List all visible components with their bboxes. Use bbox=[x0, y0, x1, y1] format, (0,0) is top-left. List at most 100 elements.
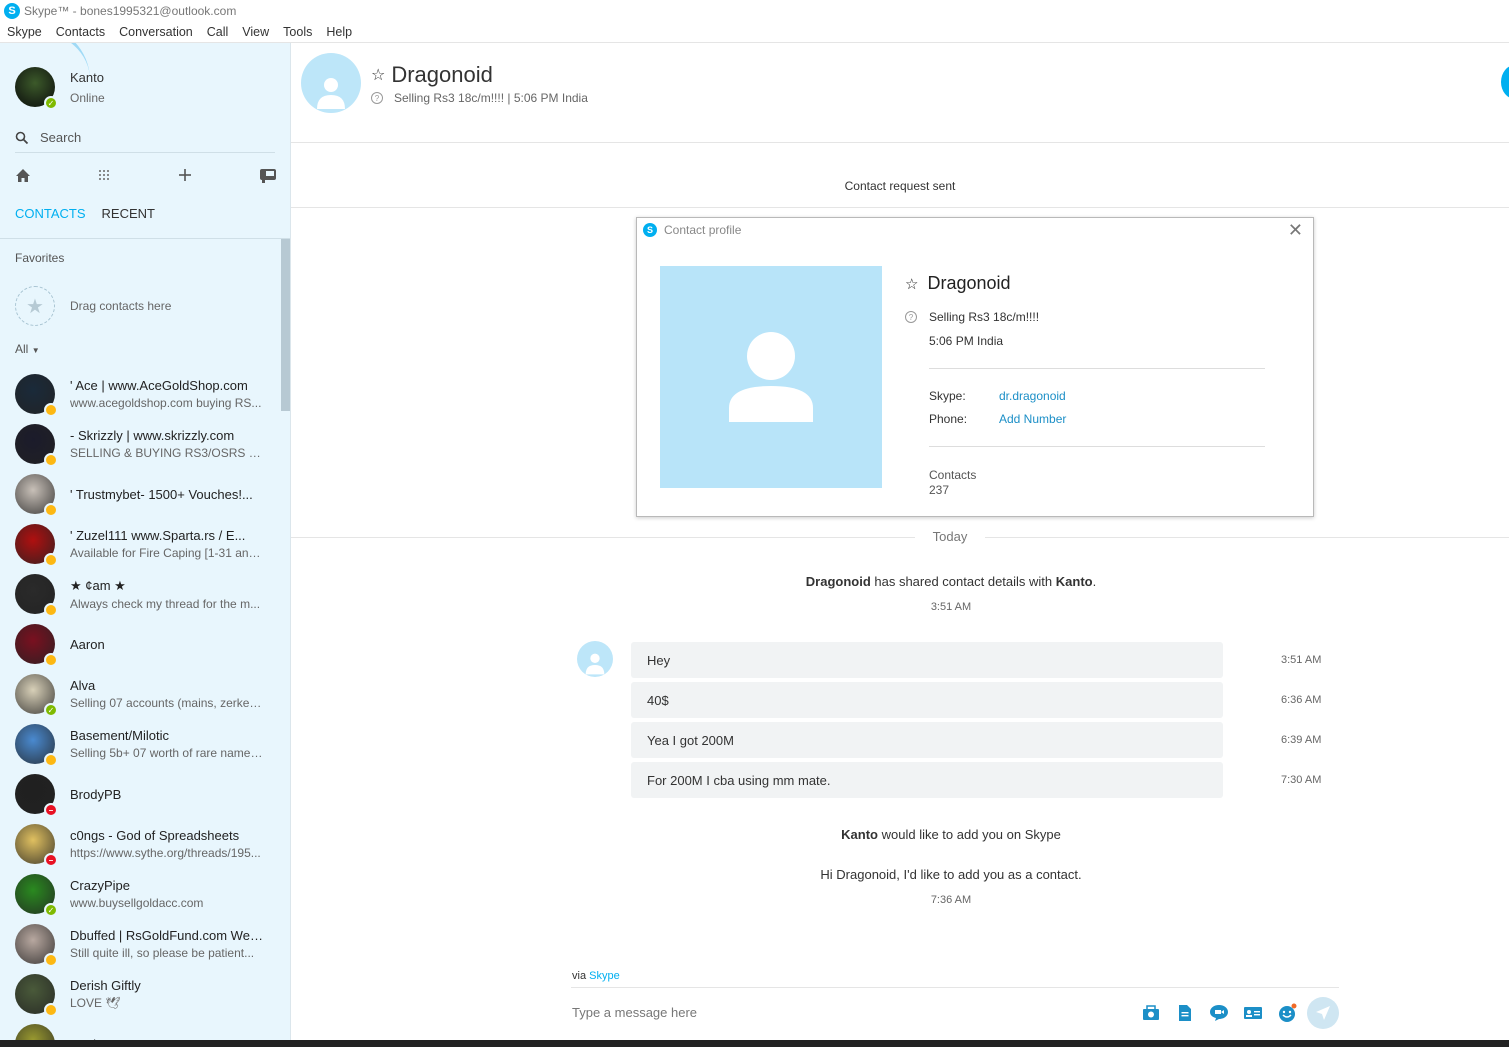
contact-card-icon[interactable] bbox=[259, 167, 277, 183]
menu-contacts[interactable]: Contacts bbox=[49, 25, 112, 39]
via-label: via bbox=[572, 970, 590, 982]
filter-label: All bbox=[15, 342, 29, 356]
menu-skype[interactable]: Skype bbox=[0, 25, 49, 39]
contact-list-item[interactable]: Basement/Milotic Selling 5b+ 07 worth of … bbox=[0, 719, 280, 769]
via-skype-link[interactable]: Skype bbox=[589, 970, 620, 982]
my-avatar[interactable]: ✓ bbox=[15, 67, 58, 110]
message-bubble[interactable]: 40$ bbox=[631, 682, 1223, 718]
contact-list-item[interactable]: Dbuffed | RsGoldFund.com Wee... Still qui… bbox=[0, 919, 280, 969]
message-bubble[interactable]: Hey bbox=[631, 642, 1223, 678]
contact-list-item[interactable]: Derish Giftly LOVE 🕊 bbox=[0, 969, 280, 1019]
message-input[interactable]: Type a message here bbox=[572, 1005, 1127, 1020]
add-number-link[interactable]: Add Number bbox=[999, 412, 1066, 426]
contact-avatar[interactable] bbox=[15, 374, 58, 417]
favorites-drop-zone[interactable]: ★ Drag contacts here bbox=[15, 286, 171, 326]
call-button[interactable] bbox=[1501, 65, 1509, 99]
contact-list-item[interactable]: – c0ngs - God of Spreadsheets https://www.… bbox=[0, 819, 280, 869]
contact-avatar[interactable] bbox=[15, 524, 58, 567]
busy-status-icon: – bbox=[44, 853, 58, 867]
shared-to[interactable]: Kanto bbox=[1056, 574, 1093, 589]
contact-name: ★ ¢am ★ bbox=[70, 577, 126, 593]
tab-recent[interactable]: RECENT bbox=[102, 206, 155, 221]
message-avatar[interactable] bbox=[577, 641, 613, 677]
contact-avatar[interactable] bbox=[15, 724, 58, 767]
contact-avatar[interactable] bbox=[15, 424, 58, 467]
conversation-name[interactable]: Dragonoid bbox=[391, 62, 493, 88]
contact-list-item[interactable]: ✓ CrazyPipe www.buysellgoldacc.com bbox=[0, 869, 280, 919]
contact-avatar[interactable]: – bbox=[15, 774, 58, 817]
favorite-star-icon[interactable]: ☆ bbox=[905, 275, 918, 293]
skype-id[interactable]: dr.dragonoid bbox=[999, 389, 1066, 403]
search-label: Search bbox=[40, 130, 82, 145]
contact-avatar[interactable] bbox=[15, 974, 58, 1017]
search-box[interactable]: Search bbox=[15, 123, 275, 153]
contact-list-item[interactable]: - Skrizzly | www.skrizzly.com SELLING & B… bbox=[0, 419, 280, 469]
emoticon-icon[interactable] bbox=[1277, 1003, 1297, 1023]
menu-view[interactable]: View bbox=[235, 25, 276, 39]
filter-dropdown[interactable]: All ▼ bbox=[15, 342, 40, 356]
conversation-subtitle: ? Selling Rs3 18c/m!!!! | 5:06 PM India bbox=[371, 91, 588, 105]
contact-list-item[interactable]: ' Zuzel111 www.Sparta.rs / E... Available… bbox=[0, 519, 280, 569]
dialog-title: Contact profile bbox=[664, 223, 742, 237]
shared-from[interactable]: Dragonoid bbox=[806, 574, 871, 589]
menu-tools[interactable]: Tools bbox=[276, 25, 319, 39]
dialpad-icon[interactable] bbox=[98, 169, 110, 181]
status-unknown-icon: ? bbox=[371, 92, 383, 104]
message-time: 7:30 AM bbox=[1281, 774, 1322, 786]
contact-request-banner: Contact request sent bbox=[291, 144, 1509, 208]
my-profile[interactable]: ✓ Kanto Online bbox=[15, 67, 105, 110]
default-person-icon bbox=[729, 332, 813, 422]
skype-logo-icon: S bbox=[643, 223, 657, 237]
contact-avatar[interactable] bbox=[15, 924, 58, 967]
contact-list-item[interactable]: ' Trustmybet- 1500+ Vouches!... bbox=[0, 469, 280, 519]
contact-avatar[interactable]: ✓ bbox=[15, 674, 58, 717]
send-media-icon[interactable] bbox=[1141, 1003, 1161, 1023]
send-contacts-icon[interactable] bbox=[1243, 1003, 1263, 1023]
message-bubble[interactable]: For 200M I cba using mm mate. bbox=[631, 762, 1223, 798]
contact-avatar[interactable] bbox=[15, 474, 58, 517]
contact-list-item[interactable]: ' Ace | www.AceGoldShop.com www.acegoldsh… bbox=[0, 369, 280, 419]
my-status[interactable]: Online bbox=[70, 91, 105, 105]
contact-list-item[interactable]: ★ ¢am ★ Always check my thread for the m.… bbox=[0, 569, 280, 619]
contact-avatar[interactable] bbox=[15, 1024, 55, 1040]
favorite-star-icon[interactable]: ☆ bbox=[371, 65, 385, 85]
contacts-scrollbar[interactable] bbox=[281, 239, 290, 411]
menu-help[interactable]: Help bbox=[319, 25, 359, 39]
add-request-time: 7:36 AM bbox=[930, 894, 972, 906]
contact-name: Alva bbox=[70, 678, 96, 693]
contact-list-item[interactable]: – BrodyPB bbox=[0, 769, 280, 819]
contact-avatar[interactable] bbox=[15, 574, 58, 617]
menu-conversation[interactable]: Conversation bbox=[112, 25, 200, 39]
tab-contacts[interactable]: CONTACTS bbox=[15, 206, 86, 221]
menu-call[interactable]: Call bbox=[200, 25, 236, 39]
via-skype: via Skype bbox=[572, 970, 620, 982]
message-compose-bar: Type a message here bbox=[571, 987, 1339, 1037]
contacts-count-label: Contacts bbox=[929, 468, 977, 482]
contact-avatar[interactable]: – bbox=[15, 824, 58, 867]
contact-mood: Selling 07 accounts (mains, zerkers.... bbox=[70, 696, 265, 710]
profile-mood: Selling Rs3 18c/m!!!! bbox=[929, 310, 1040, 324]
add-icon[interactable] bbox=[178, 168, 192, 182]
default-person-icon bbox=[317, 78, 345, 109]
contact-avatar[interactable] bbox=[15, 624, 58, 667]
contact-list-item[interactable]: Aaron bbox=[0, 619, 280, 669]
contact-list-item[interactable]: ✓ Alva Selling 07 accounts (mains, zerkers… bbox=[0, 669, 280, 719]
skype-logo-icon: S bbox=[4, 3, 20, 19]
message-time: 6:39 AM bbox=[1281, 734, 1322, 746]
contact-name: Derish Giftly bbox=[70, 978, 141, 993]
contact-profile-dialog: S Contact profile ✕ ☆ Dragonoid ? Sellin… bbox=[636, 217, 1314, 517]
video-message-icon[interactable] bbox=[1209, 1003, 1229, 1023]
contact-name: CrazyPipe bbox=[70, 878, 130, 893]
send-button[interactable] bbox=[1307, 996, 1339, 1029]
message-time: 3:51 AM bbox=[1281, 654, 1322, 666]
home-icon[interactable] bbox=[15, 168, 31, 183]
contact-list-item[interactable]: DesireX bbox=[0, 1019, 280, 1040]
requester-name[interactable]: Kanto bbox=[841, 827, 878, 842]
message-bubble[interactable]: Yea I got 200M bbox=[631, 722, 1223, 758]
contact-avatar[interactable]: ✓ bbox=[15, 874, 58, 917]
profile-phone-row: Phone: Add Number bbox=[929, 412, 1066, 426]
close-icon[interactable]: ✕ bbox=[1288, 220, 1303, 241]
contact-avatar[interactable] bbox=[301, 53, 361, 113]
send-file-icon[interactable] bbox=[1175, 1003, 1195, 1023]
away-status-icon bbox=[44, 403, 58, 417]
